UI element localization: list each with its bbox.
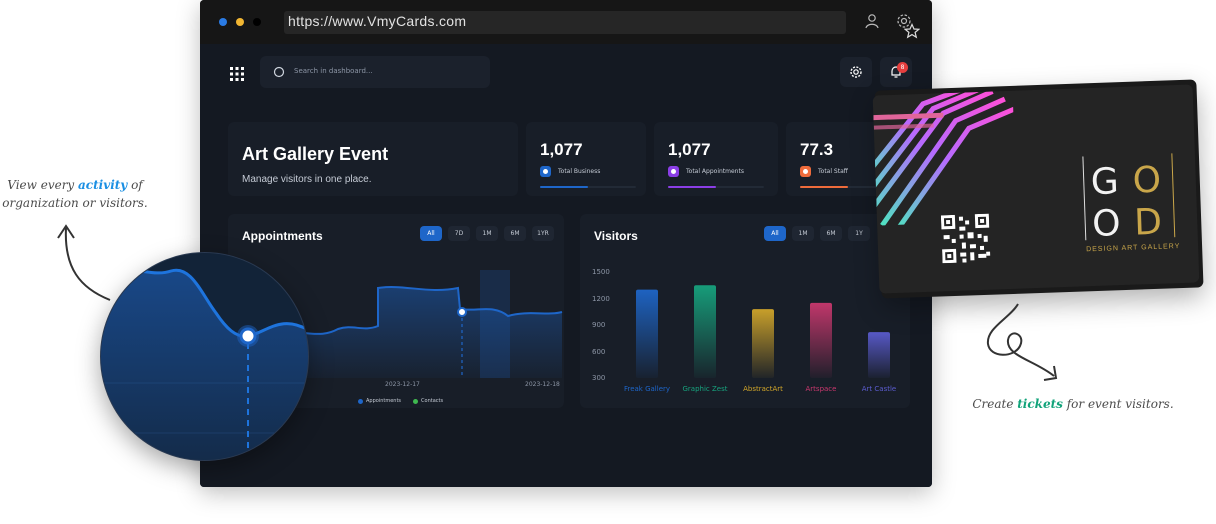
window-dot-blue[interactable] <box>219 18 227 26</box>
appointments-title: Appointments <box>242 229 323 243</box>
business-icon <box>540 166 551 177</box>
bar-art-castle[interactable] <box>868 332 890 378</box>
window-dot-yellow[interactable] <box>236 18 244 26</box>
date-label: 2023-12-17 <box>385 381 420 388</box>
notification-badge: 8 <box>897 62 908 73</box>
search-placeholder: Search in dashboard... <box>294 67 373 75</box>
curved-arrow-icon <box>57 224 111 301</box>
appointments-range-tabs: All 7D 1M 6M 1YR <box>420 226 554 241</box>
window-dot-black[interactable] <box>253 18 261 26</box>
tickets-annotation: Create tickets for event visitors. <box>972 397 1174 411</box>
stat-label: Total Appointments <box>686 168 744 175</box>
app-header: Search in dashboard... 8 <box>200 44 932 114</box>
gear-icon <box>850 66 862 78</box>
loop-arrow-icon <box>986 303 1058 381</box>
appointments-icon <box>668 166 679 177</box>
notifications-button[interactable] <box>880 57 912 87</box>
bar-graphic-zest[interactable] <box>694 285 716 378</box>
bar-artspace[interactable] <box>810 302 832 378</box>
stat-card-business[interactable]: 1,077 Total Business <box>526 122 646 196</box>
stat-card-appointments[interactable]: 1,077 Total Appointments <box>654 122 778 196</box>
dashboard-content: Art Gallery Event Manage visitors in one… <box>200 114 932 487</box>
visitors-card: Visitors All 1M 6M 1Y 1500 1200 900 600 300 … <box>580 214 910 408</box>
legend-dot <box>358 398 363 404</box>
stat-progress <box>540 186 636 188</box>
stat-value: 77.3 <box>800 140 834 159</box>
x-tick-label: Art Castle <box>861 385 897 393</box>
bar-freak-gallery[interactable] <box>636 289 658 378</box>
svg-text:D: D <box>1134 202 1163 244</box>
range-tab-6m[interactable]: 6M <box>504 226 526 241</box>
stat-value: 1,077 <box>540 140 583 159</box>
ticket-card[interactable]: G O O D DESIGN ART GALLERY <box>872 84 1200 294</box>
date-label: 2023-12-18 <box>525 381 560 388</box>
range-tab-7d[interactable]: 7D <box>448 226 470 241</box>
browser-titlebar: https://www.VmyCards.com <box>200 0 932 44</box>
legend-contacts[interactable]: Contacts <box>413 398 443 404</box>
svg-text:G: G <box>1090 161 1119 203</box>
stat-progress-fill <box>800 186 848 188</box>
chart-magnifier <box>100 252 309 461</box>
address-bar[interactable]: https://www.VmyCards.com <box>284 11 920 39</box>
activity-annotation: View every activity of organization or v… <box>2 178 148 210</box>
staff-icon <box>800 166 811 177</box>
range-tab-1m[interactable]: 1M <box>476 226 498 241</box>
qr-code <box>940 213 991 264</box>
gear-icon[interactable] <box>896 13 912 29</box>
user-icon[interactable] <box>864 13 880 29</box>
stat-progress <box>668 186 764 188</box>
chart-legend: Appointments Contacts <box>358 398 443 404</box>
legend-appointments[interactable]: Appointments <box>358 398 401 404</box>
stat-progress-fill <box>540 186 588 188</box>
event-title: Art Gallery Event <box>242 144 389 164</box>
event-subtitle: Manage visitors in one place. <box>242 174 372 185</box>
apps-grid-icon[interactable] <box>230 67 244 81</box>
range-tab-all[interactable]: All <box>420 226 442 241</box>
browser-window: https://www.VmyCards.com Search in dashb… <box>200 0 932 487</box>
settings-button[interactable] <box>840 57 872 87</box>
svg-text:O: O <box>1092 203 1122 245</box>
good-logo: G O O D <box>1082 153 1176 245</box>
stat-progress-fill <box>668 186 716 188</box>
stat-value: 1,077 <box>668 140 711 159</box>
chart-hover-point[interactable] <box>457 307 467 317</box>
bar-abstractart[interactable] <box>752 309 774 378</box>
search-icon <box>273 66 285 78</box>
svg-text:O: O <box>1132 160 1162 202</box>
visitors-bar-chart <box>636 285 890 378</box>
stat-label: Total Business <box>558 168 601 175</box>
search-input[interactable]: Search in dashboard... <box>260 56 490 88</box>
stripes-pattern <box>872 90 1017 226</box>
legend-dot <box>413 398 419 404</box>
event-card: Art Gallery Event Manage visitors in one… <box>228 122 518 196</box>
stat-label: Total Staff <box>818 168 848 175</box>
range-tab-1yr[interactable]: 1YR <box>532 226 554 241</box>
url-text: https://www.VmyCards.com <box>288 13 467 29</box>
